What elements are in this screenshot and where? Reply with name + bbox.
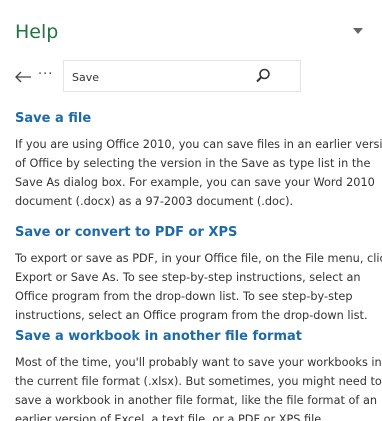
result-text-line: Export or Save As. To see step-by-step i…: [15, 271, 361, 284]
result-text-line: document (.docx) as a 97-2003 document (…: [15, 195, 294, 208]
result-text-line: of Office by selecting the version in th…: [15, 157, 371, 170]
result-title-link[interactable]: Save or convert to PDF or XPS: [15, 224, 237, 241]
result-text-line: the current file format (.xlsx). But som…: [15, 375, 382, 388]
pane-header: Help: [0, 0, 382, 58]
result-text-line: Most of the time, you'll probably want t…: [15, 356, 382, 369]
result-text-line: Save As dialog box. For example, you can…: [15, 176, 375, 189]
help-pane: Help ··· Save a file: [0, 0, 382, 421]
pane-options-button[interactable]: [350, 24, 366, 38]
magnifier-icon: [256, 68, 270, 83]
result-text-line: instructions, select an Office program f…: [15, 309, 368, 322]
result-title-link[interactable]: Save a workbook in another file format: [15, 328, 302, 345]
result-description: If you are using Office 2010, you can sa…: [15, 135, 382, 211]
search-box: [63, 60, 301, 92]
search-toolbar: ···: [0, 58, 382, 98]
result-text-line: save a workbook in another file format, …: [15, 394, 378, 407]
search-button[interactable]: [254, 67, 272, 85]
pane-title: Help: [15, 21, 59, 43]
result-text-line: earlier version of Excel, a text file, o…: [15, 413, 325, 421]
result-description: To export or save as PDF, in your Office…: [15, 249, 382, 325]
search-input[interactable]: [72, 67, 242, 87]
result-description: Most of the time, you'll probably want t…: [15, 353, 382, 421]
arrow-left-icon: [15, 71, 31, 83]
more-options-button[interactable]: ···: [38, 64, 56, 86]
chevron-down-icon: [353, 28, 363, 34]
result-text-line: To export or save as PDF, in your Office…: [15, 252, 382, 265]
result-text-line: If you are using Office 2010, you can sa…: [15, 138, 382, 151]
result-text-line: Office program from the drop-down list. …: [15, 290, 353, 303]
result-title-link[interactable]: Save a file: [15, 110, 91, 127]
back-button[interactable]: [13, 68, 33, 86]
